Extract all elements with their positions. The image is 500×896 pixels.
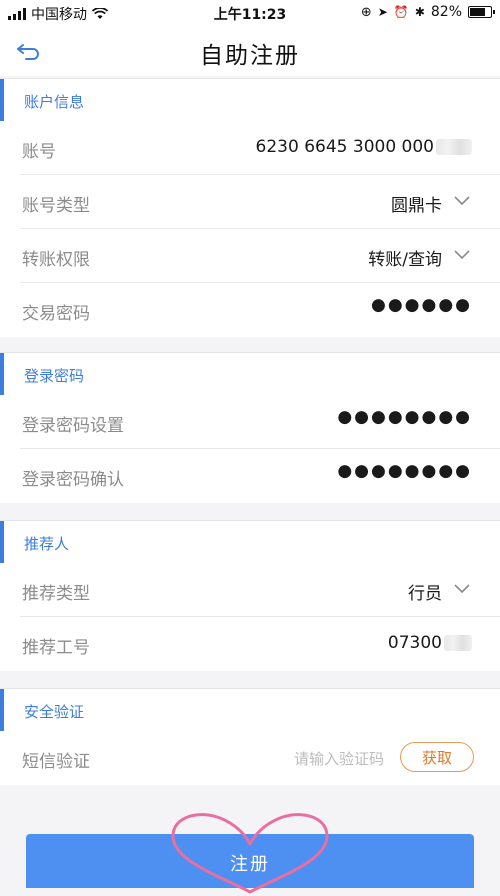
footer: 注册: [0, 788, 500, 894]
row-label: 账号: [22, 142, 56, 162]
nav-bar: 自助注册: [0, 24, 500, 76]
battery-icon: [468, 6, 495, 18]
chevron-down-icon[interactable]: [454, 584, 470, 594]
row-login-password-confirm[interactable]: 登录密码确认 ●●●●●●●●: [0, 449, 500, 503]
register-button[interactable]: 注册: [26, 834, 474, 888]
section-header-verify: 安全验证: [0, 688, 500, 732]
section-title: 安全验证: [24, 703, 85, 721]
row-login-password-set[interactable]: 登录密码设置 ●●●●●●●●: [0, 395, 500, 449]
login-password-field[interactable]: ●●●●●●●●: [337, 407, 472, 427]
row-label: 登录密码设置: [22, 416, 124, 436]
referrer-id-field[interactable]: 07300: [388, 633, 472, 653]
row-label: 推荐类型: [22, 584, 90, 604]
section-header-referrer: 推荐人: [0, 520, 500, 564]
row-referrer-type[interactable]: 推荐类型 行员: [0, 563, 500, 617]
section-title: 推荐人: [24, 535, 70, 553]
row-referrer-id[interactable]: 推荐工号 07300: [0, 617, 500, 671]
row-label: 转账权限: [22, 250, 90, 270]
alarm-icon: ⏰: [393, 5, 409, 19]
section-accent-bar: [0, 79, 4, 121]
trade-password-field[interactable]: ●●●●●●: [371, 295, 472, 315]
battery-percent: 82%: [430, 4, 462, 20]
orientation-lock-icon: ⊕: [360, 4, 372, 20]
account-type-value: 圆鼎卡: [391, 196, 442, 216]
login-password-confirm-field[interactable]: ●●●●●●●●: [337, 461, 472, 481]
bluetooth-icon: ✱: [414, 5, 425, 19]
transfer-permission-value: 转账/查询: [368, 250, 442, 270]
row-label: 短信验证: [22, 752, 90, 772]
row-label: 交易密码: [22, 304, 90, 324]
section-title: 账户信息: [24, 93, 85, 111]
sms-code-input[interactable]: 请输入验证码: [294, 748, 384, 769]
row-trade-password[interactable]: 交易密码 ●●●●●●: [0, 283, 500, 337]
row-sms-verify: 短信验证 请输入验证码 获取: [0, 731, 500, 785]
redacted-blur: [444, 635, 472, 651]
section-title: 登录密码: [24, 367, 85, 385]
referrer-type-value: 行员: [408, 584, 442, 604]
section-header-account: 账户信息: [0, 78, 500, 122]
account-number-value: 6230 6645 3000 000: [256, 137, 472, 157]
redacted-blur: [436, 139, 472, 155]
section-accent-bar: [0, 521, 4, 563]
status-bar: 中国移动 上午11:23 ⊕ ➤ ⏰ ✱ 82%: [0, 0, 500, 24]
register-button-label: 注册: [230, 854, 270, 875]
location-icon: ➤: [377, 5, 388, 19]
row-account-type[interactable]: 账号类型 圆鼎卡: [0, 175, 500, 229]
section-accent-bar: [0, 353, 4, 395]
row-account-number[interactable]: 账号 6230 6645 3000 000: [0, 121, 500, 175]
chevron-down-icon[interactable]: [454, 250, 470, 260]
row-transfer-permission[interactable]: 转账权限 转账/查询: [0, 229, 500, 283]
page-title: 自助注册: [200, 43, 300, 69]
row-label: 推荐工号: [22, 638, 90, 658]
section-accent-bar: [0, 689, 4, 731]
chevron-down-icon[interactable]: [454, 196, 470, 206]
get-code-button[interactable]: 获取: [400, 742, 474, 772]
section-header-login: 登录密码: [0, 352, 500, 396]
row-label: 账号类型: [22, 196, 90, 216]
row-label: 登录密码确认: [22, 470, 124, 490]
